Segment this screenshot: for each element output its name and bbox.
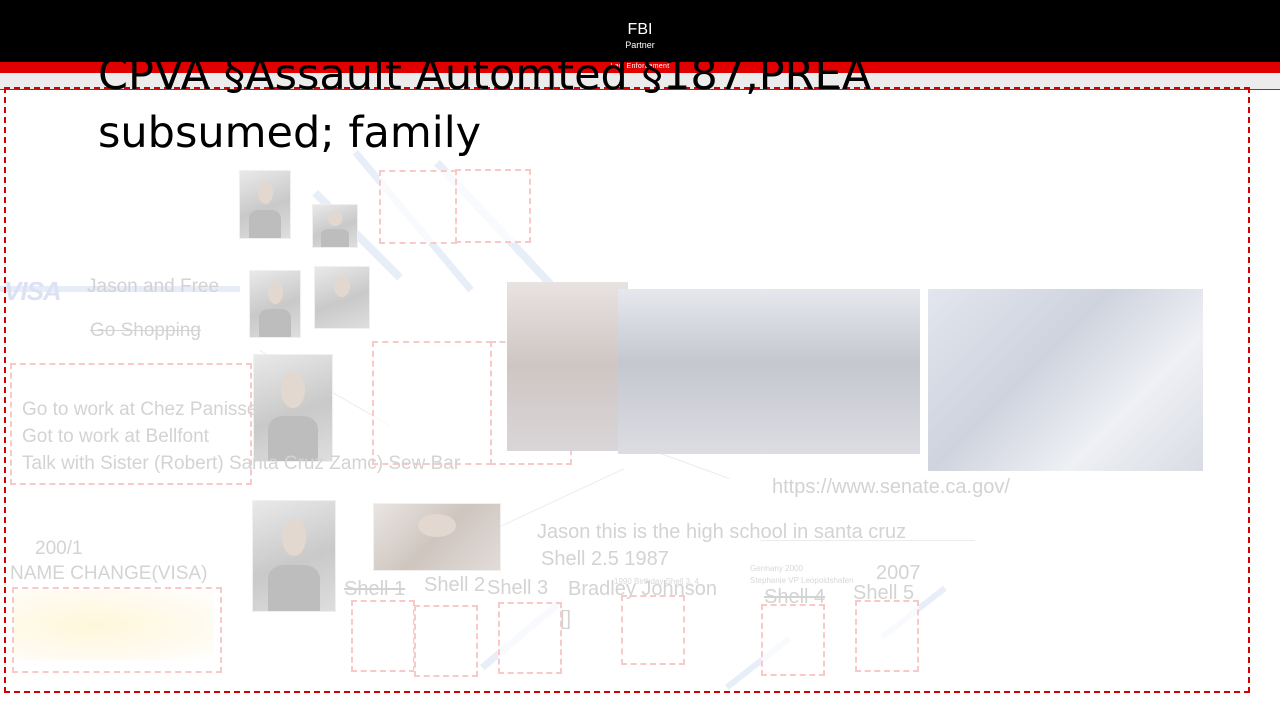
banner-title: FBI (627, 21, 653, 38)
slide-frame (4, 87, 1250, 693)
slide-heading: CPVA §Assault Automted §187,PREA subsume… (98, 50, 872, 158)
